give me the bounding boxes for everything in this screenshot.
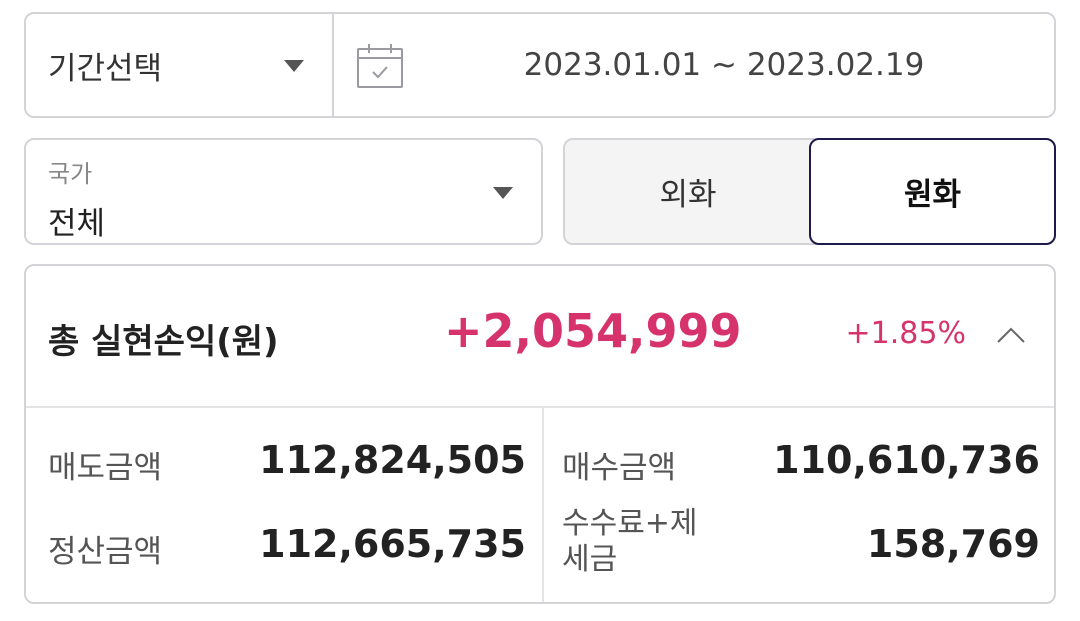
pnl-detail-grid: 매도금액 112,824,505 정산금액 112,665,735 매수금액 1… (26, 408, 1054, 602)
country-dropdown[interactable]: 국가 전체 (24, 138, 543, 245)
settlement-amount-label: 정산금액 (48, 534, 163, 570)
realized-pnl-rate: +1.85% (845, 316, 966, 351)
country-dropdown-value: 전체 (48, 206, 106, 242)
realized-pnl-card: 총 실현손익(원) +2,054,999 +1.85% 매도금액 112,824… (24, 264, 1056, 604)
currency-toggle: 외화 원화 (563, 138, 1056, 245)
buy-amount-value: 110,610,736 (773, 438, 1040, 482)
grid-divider (542, 408, 544, 602)
calendar-icon (357, 44, 403, 88)
realized-pnl-title: 총 실현손익(원) (48, 322, 279, 362)
country-dropdown-label: 국가 (48, 160, 93, 188)
caret-down-icon (284, 60, 304, 72)
chevron-up-icon[interactable] (996, 326, 1026, 344)
period-dropdown[interactable]: 기간선택 (26, 14, 334, 116)
fee-tax-label: 수수료+제세금 (562, 506, 698, 577)
tab-krw[interactable]: 원화 (809, 138, 1056, 245)
period-dropdown-label: 기간선택 (48, 50, 163, 87)
fee-tax-value: 158,769 (866, 522, 1040, 566)
realized-pnl-header[interactable]: 총 실현손익(원) +2,054,999 +1.85% (26, 266, 1054, 408)
tab-foreign-currency[interactable]: 외화 (565, 140, 811, 243)
realized-pnl-amount: +2,054,999 (444, 304, 742, 358)
caret-down-icon (493, 187, 513, 199)
period-row: 기간선택 2023.01.01 ~ 2023.02.19 (24, 12, 1056, 118)
sell-amount-label: 매도금액 (48, 450, 163, 486)
buy-amount-label: 매수금액 (562, 450, 677, 486)
sell-amount-value: 112,824,505 (259, 438, 526, 482)
date-range-text: 2023.01.01 ~ 2023.02.19 (523, 47, 925, 83)
date-range-picker[interactable]: 2023.01.01 ~ 2023.02.19 (334, 14, 1054, 116)
settlement-amount-value: 112,665,735 (259, 522, 526, 566)
